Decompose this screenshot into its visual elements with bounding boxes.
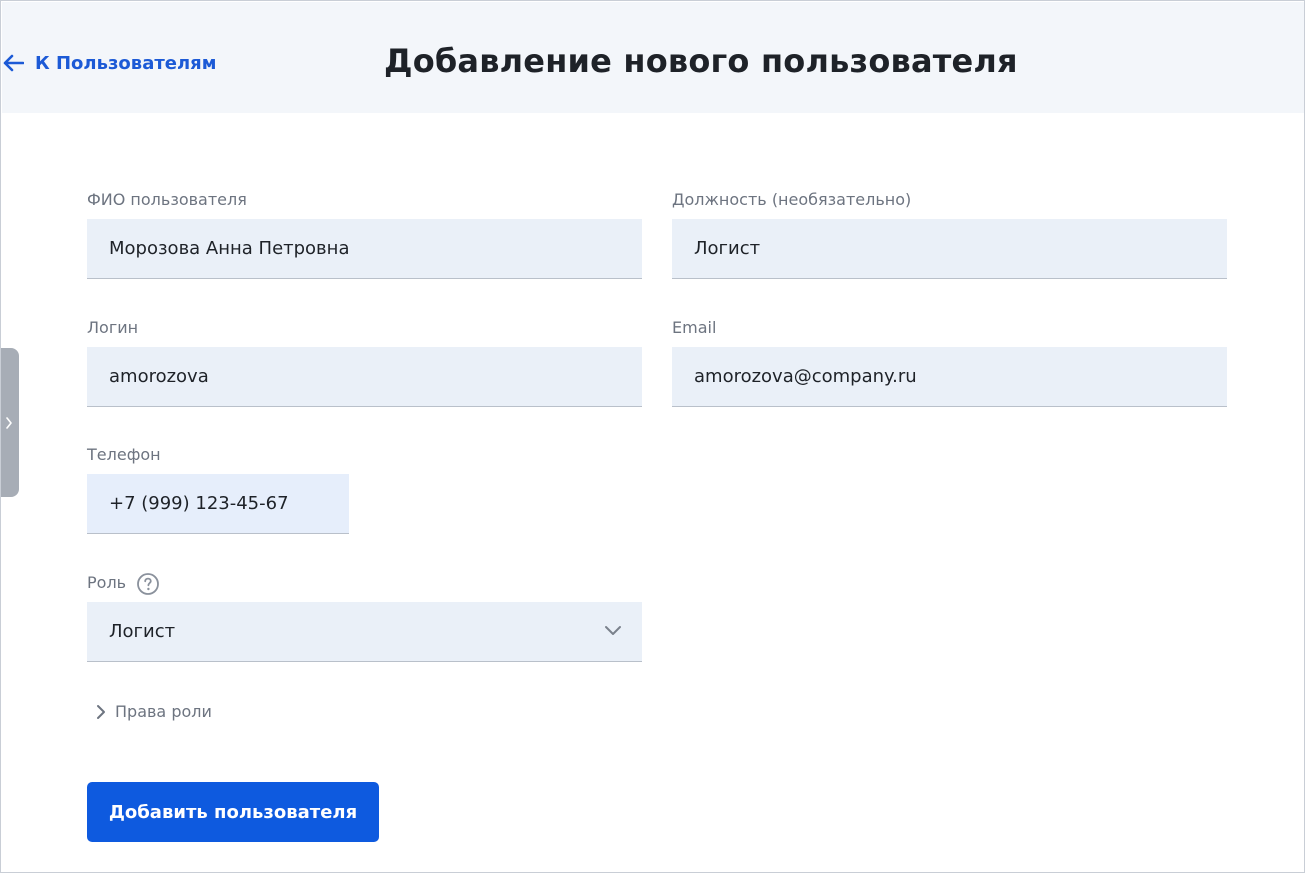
email-label: Email	[672, 318, 717, 337]
login-label: Логин	[87, 318, 139, 337]
chevron-down-icon	[605, 626, 621, 635]
role-rights-toggle[interactable]: Права роли	[95, 702, 212, 721]
phone-input[interactable]: +7 (999) 123-45-67	[87, 474, 349, 534]
back-link-label: К Пользователям	[35, 52, 217, 74]
app-window: К Пользователям Добавление нового пользо…	[0, 0, 1305, 873]
fio-label: ФИО пользователя	[87, 190, 247, 209]
phone-value: +7 (999) 123-45-67	[109, 493, 289, 514]
role-select[interactable]: Логист	[87, 602, 642, 662]
page-title: Добавление нового пользователя	[384, 42, 1018, 80]
side-panel-toggle[interactable]	[1, 348, 19, 497]
role-label: Роль	[87, 573, 127, 592]
phone-label: Телефон	[87, 445, 161, 464]
role-value: Логист	[109, 621, 176, 642]
question-circle-icon[interactable]	[136, 572, 160, 596]
back-to-users-link[interactable]: К Пользователям	[2, 50, 216, 76]
chevron-right-icon	[97, 704, 105, 719]
fio-value: Морозова Анна Петровна	[109, 238, 350, 259]
position-value: Логист	[694, 238, 761, 259]
add-user-button[interactable]: Добавить пользователя	[87, 782, 379, 842]
login-input[interactable]: amorozova	[87, 347, 642, 407]
login-value: amorozova	[109, 366, 209, 387]
fio-input[interactable]: Морозова Анна Петровна	[87, 219, 642, 279]
position-input[interactable]: Логист	[672, 219, 1227, 279]
arrow-left-icon	[3, 54, 24, 72]
page-header: К Пользователям Добавление нового пользо…	[2, 2, 1304, 113]
position-label: Должность (необязательно)	[672, 190, 912, 209]
email-input[interactable]: amorozova@company.ru	[672, 347, 1227, 407]
role-rights-label: Права роли	[115, 702, 212, 721]
chevron-right-icon	[6, 416, 12, 429]
email-value: amorozova@company.ru	[694, 366, 917, 387]
